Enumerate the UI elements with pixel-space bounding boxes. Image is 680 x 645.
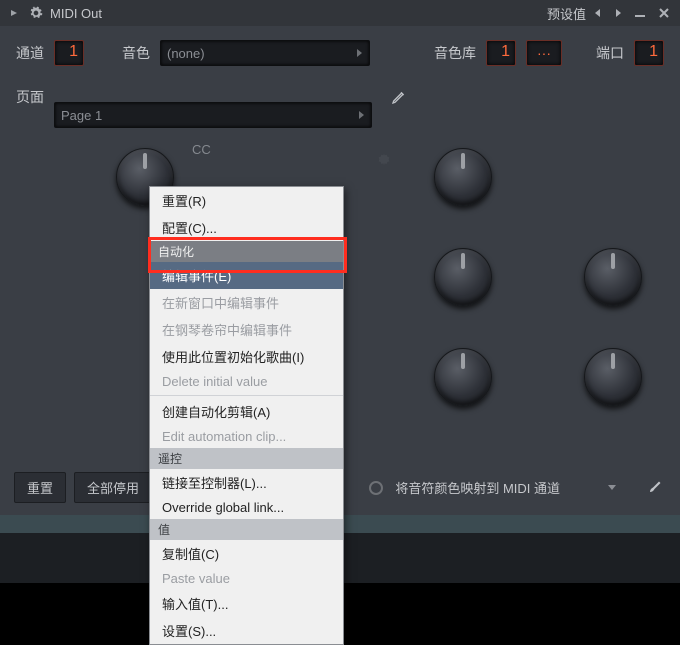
preset-prev-icon[interactable] [590,5,606,21]
chevron-down-icon[interactable] [606,480,618,495]
menu-override-link[interactable]: Override global link... [150,496,343,519]
cc-label: CC [192,142,211,157]
reset-button[interactable]: 重置 [14,472,66,503]
menu-header-value: 值 [150,519,343,540]
preset-label[interactable]: 预设值 [547,4,586,23]
channel-value[interactable]: 1 [54,40,84,66]
chevron-right-icon [355,48,363,58]
knob[interactable] [584,248,642,306]
menu-copy-value[interactable]: 复制值(C) [150,540,343,567]
patch-select[interactable]: (none) [160,40,370,66]
channel-label: 通道 [16,43,44,63]
pencil-icon[interactable] [388,86,410,108]
window-title: MIDI Out [50,6,102,21]
bank-value[interactable]: 1 [486,40,516,66]
menu-type-value[interactable]: 输入值(T)... [150,590,343,617]
menu-reset[interactable]: 重置(R) [150,187,343,214]
menu-create-automation[interactable]: 创建自动化剪辑(A) [150,398,343,425]
port-label: 端口 [596,43,624,63]
menu-header-automation: 自动化 [150,241,343,262]
knob[interactable] [434,348,492,406]
bank-label: 音色库 [434,43,476,63]
patch-label: 音色 [122,43,150,63]
preset-next-icon[interactable] [610,5,626,21]
page-value: Page 1 [61,108,102,123]
port-value[interactable]: 1 [634,40,664,66]
map-color-radio[interactable] [369,481,383,495]
page-select[interactable]: Page 1 [54,102,372,128]
menu-edit-piano-roll: 在钢琴卷帘中编辑事件 [150,316,343,343]
menu-delete-initial: Delete initial value [150,370,343,393]
stop-all-button[interactable]: 全部停用 [74,472,152,503]
close-icon[interactable] [654,4,674,22]
knob[interactable] [434,148,492,206]
menu-header-remote: 遥控 [150,448,343,469]
knob[interactable] [584,348,642,406]
titlebar: MIDI Out 预设值 [0,0,680,26]
minimize-icon[interactable] [630,4,650,22]
menu-configure[interactable]: 配置(C)... [150,214,343,241]
knob[interactable] [434,248,492,306]
menu-link-controller[interactable]: 链接至控制器(L)... [150,469,343,496]
patch-value: (none) [167,46,205,61]
bank-extra[interactable]: ··· [526,40,562,66]
menu-edit-events[interactable]: 编辑事件(E) [150,262,343,289]
gear-icon[interactable] [28,5,44,21]
menu-caret-icon[interactable] [6,5,22,21]
brush-icon[interactable] [646,477,666,498]
menu-init-song[interactable]: 使用此位置初始化歌曲(I) [150,343,343,370]
context-menu: 重置(R) 配置(C)... 自动化 编辑事件(E) 在新窗口中编辑事件 在钢琴… [149,186,344,645]
map-color-label: 将音符颜色映射到 MIDI 通道 [395,478,560,497]
chevron-right-icon [357,110,365,120]
menu-settings[interactable]: 设置(S)... [150,617,343,644]
page-label: 页面 [16,87,44,107]
menu-separator [150,395,343,396]
menu-paste-value: Paste value [150,567,343,590]
gear-icon[interactable] [376,152,394,170]
menu-edit-automation-clip: Edit automation clip... [150,425,343,448]
menu-edit-new-window: 在新窗口中编辑事件 [150,289,343,316]
